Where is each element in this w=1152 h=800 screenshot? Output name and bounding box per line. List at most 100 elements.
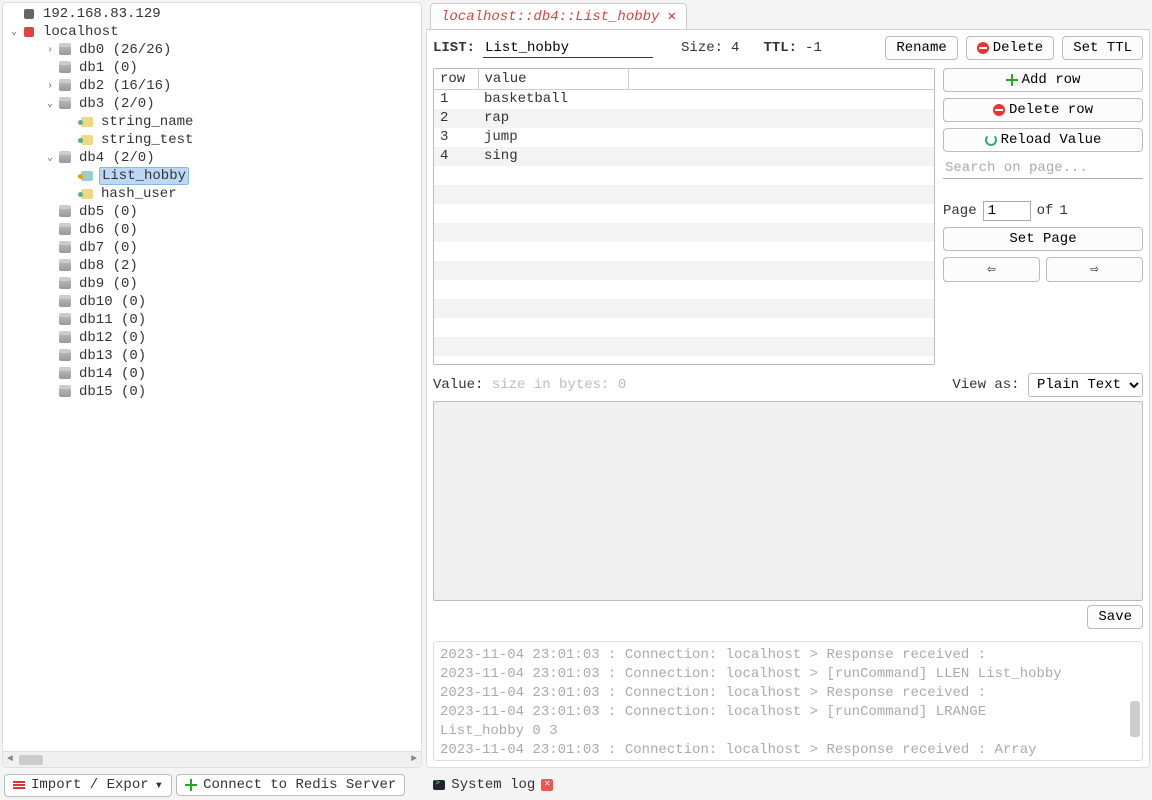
db-label: db8 (2) — [77, 258, 140, 274]
tree-scroll[interactable]: 192.168.83.129 ⌄ localhost ›db0 (26/26)d… — [3, 3, 421, 751]
col-row[interactable]: row — [434, 69, 478, 90]
key-label: List_hobby — [99, 167, 189, 185]
view-as-select[interactable]: Plain Text — [1028, 373, 1143, 397]
row-value: rap — [478, 109, 628, 128]
col-value[interactable]: value — [478, 69, 628, 90]
database-icon — [57, 151, 73, 165]
menu-icon — [13, 780, 25, 790]
db-node[interactable]: db5 (0) — [3, 203, 421, 221]
db-label: db11 (0) — [77, 312, 148, 328]
key-editor-panel: localhost::db4::List_hobby ✕ LIST: Size:… — [426, 2, 1150, 768]
key-name-input[interactable] — [483, 39, 653, 58]
value-textarea[interactable] — [433, 401, 1143, 601]
table-row[interactable]: 4sing — [434, 147, 934, 166]
tab-key[interactable]: localhost::db4::List_hobby ✕ — [430, 3, 687, 29]
scroll-right-icon[interactable]: ► — [407, 754, 421, 765]
key-label: string_name — [99, 114, 195, 130]
delete-key-button[interactable]: Delete — [966, 36, 1054, 60]
database-icon — [57, 61, 73, 75]
delete-icon — [977, 42, 989, 54]
database-icon — [57, 97, 73, 111]
server-node-localhost[interactable]: ⌄ localhost — [3, 23, 421, 41]
close-icon[interactable]: ✕ — [667, 8, 675, 25]
db-label: db7 (0) — [77, 240, 140, 256]
database-icon — [57, 367, 73, 381]
scrollbar-thumb[interactable] — [1130, 701, 1140, 737]
rename-button[interactable]: Rename — [885, 36, 957, 60]
db-node[interactable]: db10 (0) — [3, 293, 421, 311]
database-icon — [57, 205, 73, 219]
db-node[interactable]: db9 (0) — [3, 275, 421, 293]
size-label: Size: — [681, 40, 723, 56]
page-input[interactable] — [983, 201, 1031, 221]
server-node-remote[interactable]: 192.168.83.129 — [3, 5, 421, 23]
db-node[interactable]: db12 (0) — [3, 329, 421, 347]
ttl-label: TTL: — [763, 40, 797, 56]
db-node[interactable]: db15 (0) — [3, 383, 421, 401]
db-node[interactable]: ›db0 (26/26) — [3, 41, 421, 59]
table-row[interactable]: 3jump — [434, 128, 934, 147]
set-ttl-button[interactable]: Set TTL — [1062, 36, 1143, 60]
prev-page-button[interactable]: ⇦ — [943, 257, 1040, 282]
key-info-bar: LIST: Size: 4 TTL: -1 Rename Delete Set … — [433, 36, 1143, 60]
db-node[interactable]: db7 (0) — [3, 239, 421, 257]
plus-icon — [185, 779, 197, 791]
database-icon — [57, 43, 73, 57]
db-node[interactable]: db1 (0) — [3, 59, 421, 77]
log-panel[interactable]: 2023-11-04 23:01:03 : Connection: localh… — [433, 641, 1143, 761]
db-label: db15 (0) — [77, 384, 148, 400]
database-icon — [57, 385, 73, 399]
next-page-button[interactable]: ⇨ — [1046, 257, 1143, 282]
search-input[interactable] — [943, 158, 1143, 179]
database-icon — [57, 241, 73, 255]
save-button[interactable]: Save — [1087, 605, 1143, 629]
table-row[interactable]: 1basketball — [434, 90, 934, 109]
db-node[interactable]: ⌄ db4 (2/0) — [3, 149, 421, 167]
delete-row-button[interactable]: Delete row — [943, 98, 1143, 122]
key-label: hash_user — [99, 186, 179, 202]
scroll-left-icon[interactable]: ◄ — [3, 754, 17, 765]
key-node[interactable]: string_name — [3, 113, 421, 131]
database-icon — [57, 79, 73, 93]
db-node[interactable]: db8 (2) — [3, 257, 421, 275]
expand-icon: ⌄ — [43, 152, 57, 164]
server-label: localhost — [41, 24, 121, 40]
horizontal-scrollbar[interactable]: ◄ ► — [3, 751, 421, 767]
db-node[interactable]: ›db2 (16/16) — [3, 77, 421, 95]
db-node[interactable]: db14 (0) — [3, 365, 421, 383]
db-label: db5 (0) — [77, 204, 140, 220]
connect-server-button[interactable]: Connect to Redis Server — [176, 774, 405, 796]
db-node[interactable]: db11 (0) — [3, 311, 421, 329]
reload-value-button[interactable]: Reload Value — [943, 128, 1143, 152]
key-node[interactable]: hash_user — [3, 185, 421, 203]
delete-icon — [993, 104, 1005, 116]
database-icon — [57, 295, 73, 309]
key-node[interactable]: string_test — [3, 131, 421, 149]
key-node[interactable]: List_hobby — [3, 167, 421, 185]
table-row[interactable]: 2rap — [434, 109, 934, 128]
db-label: db3 (2/0) — [77, 96, 157, 112]
scroll-thumb[interactable] — [19, 755, 43, 765]
db-label: db10 (0) — [77, 294, 148, 310]
row-index: 2 — [434, 109, 478, 128]
plus-icon — [1006, 74, 1018, 86]
database-icon — [57, 349, 73, 363]
set-page-button[interactable]: Set Page — [943, 227, 1143, 251]
db-node[interactable]: ⌄db3 (2/0) — [3, 95, 421, 113]
system-log-tab[interactable]: System log ✕ — [425, 775, 561, 795]
db-label: db13 (0) — [77, 348, 148, 364]
add-row-button[interactable]: Add row — [943, 68, 1143, 92]
table-empty-area — [434, 166, 934, 365]
db-label: db6 (0) — [77, 222, 140, 238]
db-label: db4 (2/0) — [77, 150, 157, 166]
key-type-label: LIST: — [433, 40, 475, 56]
database-icon — [57, 313, 73, 327]
db-node[interactable]: db13 (0) — [3, 347, 421, 365]
view-as-label: View as: — [952, 377, 1019, 393]
row-value: sing — [478, 147, 628, 166]
db-node[interactable]: db6 (0) — [3, 221, 421, 239]
log-line: List_hobby 0 3 — [440, 722, 1136, 741]
list-values-table[interactable]: row value 1basketball2rap3jump4sing — [433, 68, 935, 365]
import-export-button[interactable]: Import / Expor ▾ — [4, 774, 172, 797]
close-icon[interactable]: ✕ — [541, 779, 553, 791]
